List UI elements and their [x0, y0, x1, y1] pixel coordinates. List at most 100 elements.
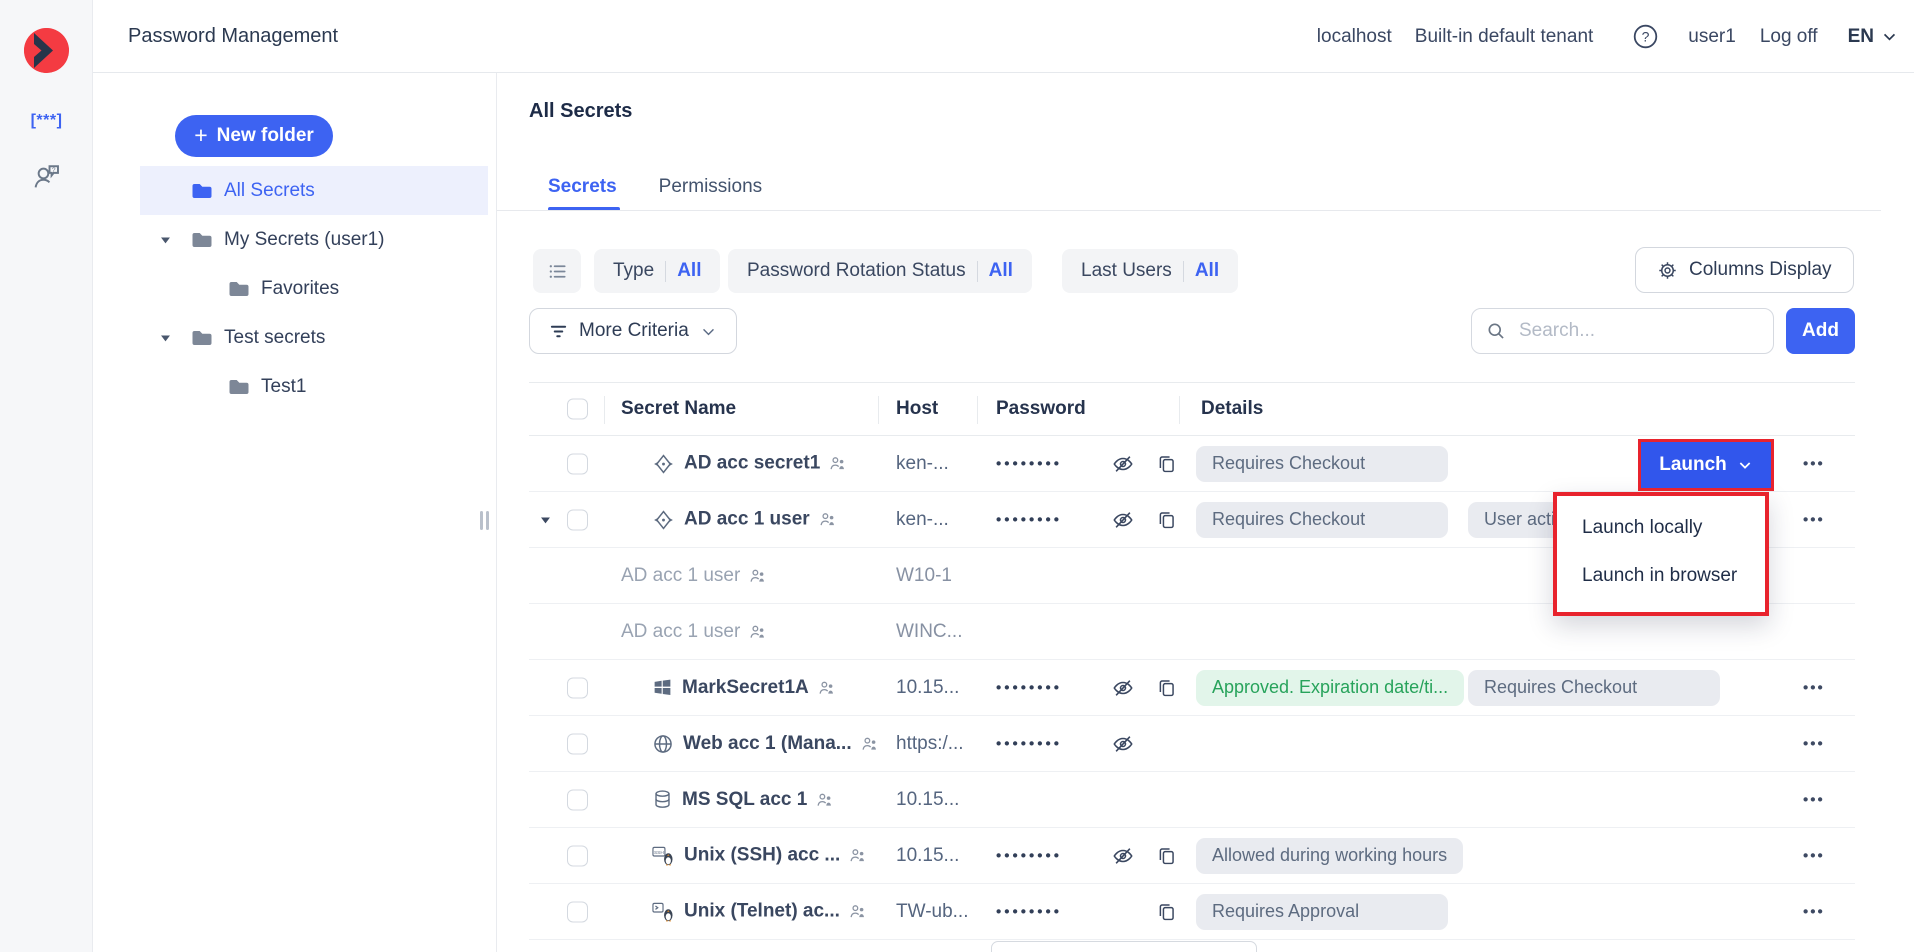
col-details: Details — [1201, 398, 1263, 420]
search-input[interactable] — [1517, 319, 1766, 343]
sidebar-item-label: Test secrets — [224, 327, 325, 349]
password-mask: •••••••• — [996, 847, 1062, 864]
logoff-link[interactable]: Log off — [1760, 26, 1818, 48]
list-view-toggle-button[interactable] — [533, 249, 581, 293]
secret-name[interactable]: Web acc 1 (Mana... — [683, 733, 852, 755]
eye-off-icon[interactable] — [1112, 677, 1134, 699]
sidebar-item-test1[interactable]: Test1 — [93, 362, 496, 411]
secret-name[interactable]: Unix (SSH) acc ... — [684, 845, 840, 867]
eye-off-icon[interactable] — [1112, 733, 1134, 755]
sidebar-item-test-secrets[interactable]: Test secrets — [93, 313, 496, 362]
secret-name[interactable]: AD acc secret1 — [684, 453, 820, 475]
language-selector[interactable]: EN — [1848, 26, 1898, 48]
sidebar-item-all-secrets[interactable]: All Secrets — [93, 166, 496, 215]
secret-name[interactable]: MS SQL acc 1 — [682, 789, 807, 811]
copy-icon[interactable] — [1156, 453, 1177, 474]
row-more-button[interactable]: ••• — [1803, 511, 1825, 528]
copy-icon[interactable] — [1156, 509, 1177, 530]
caret-down-icon[interactable] — [159, 233, 172, 246]
people-icon — [816, 791, 834, 809]
svg-text:?: ? — [52, 167, 56, 174]
password-mask: •••••••• — [996, 455, 1062, 472]
row-checkbox[interactable] — [567, 845, 588, 866]
left-rail: [***] ? — [0, 0, 93, 952]
sidebar-item-label: Favorites — [261, 278, 339, 300]
select-all-checkbox[interactable] — [567, 399, 588, 420]
database-icon — [652, 789, 673, 810]
menu-item-launch-locally[interactable]: Launch locally — [1557, 504, 1765, 552]
filter-icon — [549, 322, 568, 341]
copy-icon[interactable] — [1156, 901, 1177, 922]
row-more-button[interactable]: ••• — [1803, 679, 1825, 696]
sidebar-item-label: All Secrets — [224, 180, 315, 202]
filter-type-label: Type — [613, 260, 654, 282]
tab-secrets[interactable]: Secrets — [548, 176, 617, 198]
page-title: All Secrets — [529, 100, 632, 123]
sidebar-resize-handle[interactable] — [480, 511, 489, 530]
folder-icon — [190, 326, 214, 350]
row-more-button[interactable]: ••• — [1803, 455, 1825, 472]
sidebar-item-favorites[interactable]: Favorites — [93, 264, 496, 313]
row-more-button[interactable]: ••• — [1803, 791, 1825, 808]
caret-down-icon[interactable] — [159, 331, 172, 344]
row-more-button[interactable]: ••• — [1803, 735, 1825, 752]
secret-name[interactable]: Unix (Telnet) ac... — [684, 901, 840, 923]
copy-icon[interactable] — [1156, 677, 1177, 698]
chip-divider — [1183, 261, 1184, 282]
row-more-button[interactable]: ••• — [1803, 903, 1825, 920]
launch-dropdown-menu: Launch locally Launch in browser — [1553, 492, 1769, 616]
people-icon — [818, 679, 836, 697]
new-folder-button[interactable]: + New folder — [175, 115, 333, 157]
tab-permissions[interactable]: Permissions — [659, 176, 762, 198]
filter-type-value: All — [677, 260, 701, 282]
sidebar-item-label: My Secrets (user1) — [224, 229, 384, 251]
row-checkbox[interactable] — [567, 733, 588, 754]
more-criteria-button[interactable]: More Criteria — [529, 308, 737, 354]
row-checkbox[interactable] — [567, 789, 588, 810]
filter-rotation-label: Password Rotation Status — [747, 260, 966, 282]
filter-rotation-status[interactable]: Password Rotation Status All — [728, 249, 1032, 293]
tab-bar-border — [497, 210, 1881, 211]
eye-off-icon[interactable] — [1112, 845, 1134, 867]
chevron-down-icon — [1881, 28, 1898, 45]
horizontal-scrollbar-partial[interactable] — [991, 941, 1257, 952]
telnet-icon — [652, 900, 675, 923]
launch-button[interactable]: Launch — [1641, 442, 1771, 488]
row-more-button[interactable]: ••• — [1803, 847, 1825, 864]
filter-type[interactable]: Type All — [594, 249, 720, 293]
col-secret-name: Secret Name — [621, 398, 736, 420]
svg-text:SSH: SSH — [654, 849, 664, 855]
people-icon — [819, 511, 837, 529]
password-module-icon[interactable]: [***] — [0, 112, 93, 130]
people-icon — [861, 735, 879, 753]
password-mask: •••••••• — [996, 903, 1062, 920]
sidebar-item-my-secrets-user1[interactable]: My Secrets (user1) — [93, 215, 496, 264]
app-title: Password Management — [128, 0, 338, 73]
copy-icon[interactable] — [1156, 845, 1177, 866]
row-checkbox[interactable] — [567, 901, 588, 922]
password-mask: •••••••• — [996, 735, 1062, 752]
secret-name[interactable]: MarkSecret1A — [682, 677, 809, 699]
secret-name[interactable]: AD acc 1 user — [684, 509, 810, 531]
eye-off-icon[interactable] — [1112, 453, 1134, 475]
help-icon[interactable]: ? — [1632, 23, 1659, 50]
ad-icon — [652, 508, 675, 531]
add-button[interactable]: Add — [1786, 308, 1855, 354]
filter-last-users[interactable]: Last Users All — [1062, 249, 1238, 293]
host-value: 10.15... — [896, 789, 959, 811]
table-row-web-acc-1-mana: Web acc 1 (Mana...https:/...••••••••••• — [529, 716, 1855, 772]
row-checkbox[interactable] — [567, 677, 588, 698]
menu-item-launch-in-browser[interactable]: Launch in browser — [1557, 552, 1765, 600]
table-row-ms-sql-acc-1: MS SQL acc 1 10.15... ••• — [529, 772, 1855, 828]
row-checkbox[interactable] — [567, 509, 588, 530]
row-expander-caret[interactable] — [539, 513, 552, 526]
eye-off-icon[interactable] — [1112, 509, 1134, 531]
app-logo[interactable] — [24, 28, 69, 73]
folder-icon — [190, 179, 214, 203]
host-value: 10.15... — [896, 677, 959, 699]
list-icon — [547, 261, 568, 282]
columns-display-button[interactable]: Columns Display — [1635, 247, 1854, 293]
user-name[interactable]: user1 — [1688, 26, 1736, 48]
user-help-icon[interactable]: ? — [0, 162, 93, 191]
row-checkbox[interactable] — [567, 453, 588, 474]
